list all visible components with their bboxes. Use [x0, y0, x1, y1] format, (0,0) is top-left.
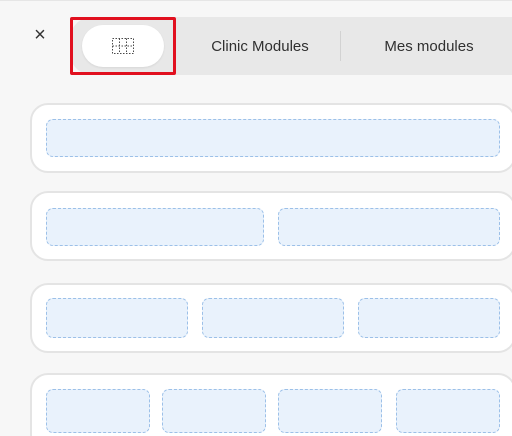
layout-slot [46, 119, 500, 157]
tab-layouts[interactable] [82, 25, 164, 67]
layout-option-4-columns[interactable] [30, 373, 512, 436]
tab-clinic-modules[interactable]: Clinic Modules [180, 17, 340, 75]
tab-divider [340, 31, 341, 61]
layout-slot [46, 298, 188, 338]
layout-slot [358, 298, 500, 338]
layout-slot [278, 208, 500, 246]
layout-slot [46, 208, 264, 246]
layout-option-1-column[interactable] [30, 103, 512, 173]
layout-slot [278, 389, 382, 433]
highlight-box [70, 17, 176, 75]
layout-slot [202, 298, 344, 338]
layout-slot [162, 389, 266, 433]
layout-slot [396, 389, 500, 433]
layout-option-3-columns[interactable] [30, 283, 512, 353]
tab-mes-modules[interactable]: Mes modules [342, 17, 512, 75]
layout-picker-panel: × Clinic Modules Mes modules [0, 0, 512, 436]
layout-option-2-columns[interactable] [30, 191, 512, 261]
grid-layout-icon [112, 38, 134, 54]
close-icon: × [34, 24, 46, 46]
layout-slot [46, 389, 150, 433]
tab-bar: Clinic Modules Mes modules [70, 17, 512, 75]
close-button[interactable]: × [28, 23, 52, 47]
